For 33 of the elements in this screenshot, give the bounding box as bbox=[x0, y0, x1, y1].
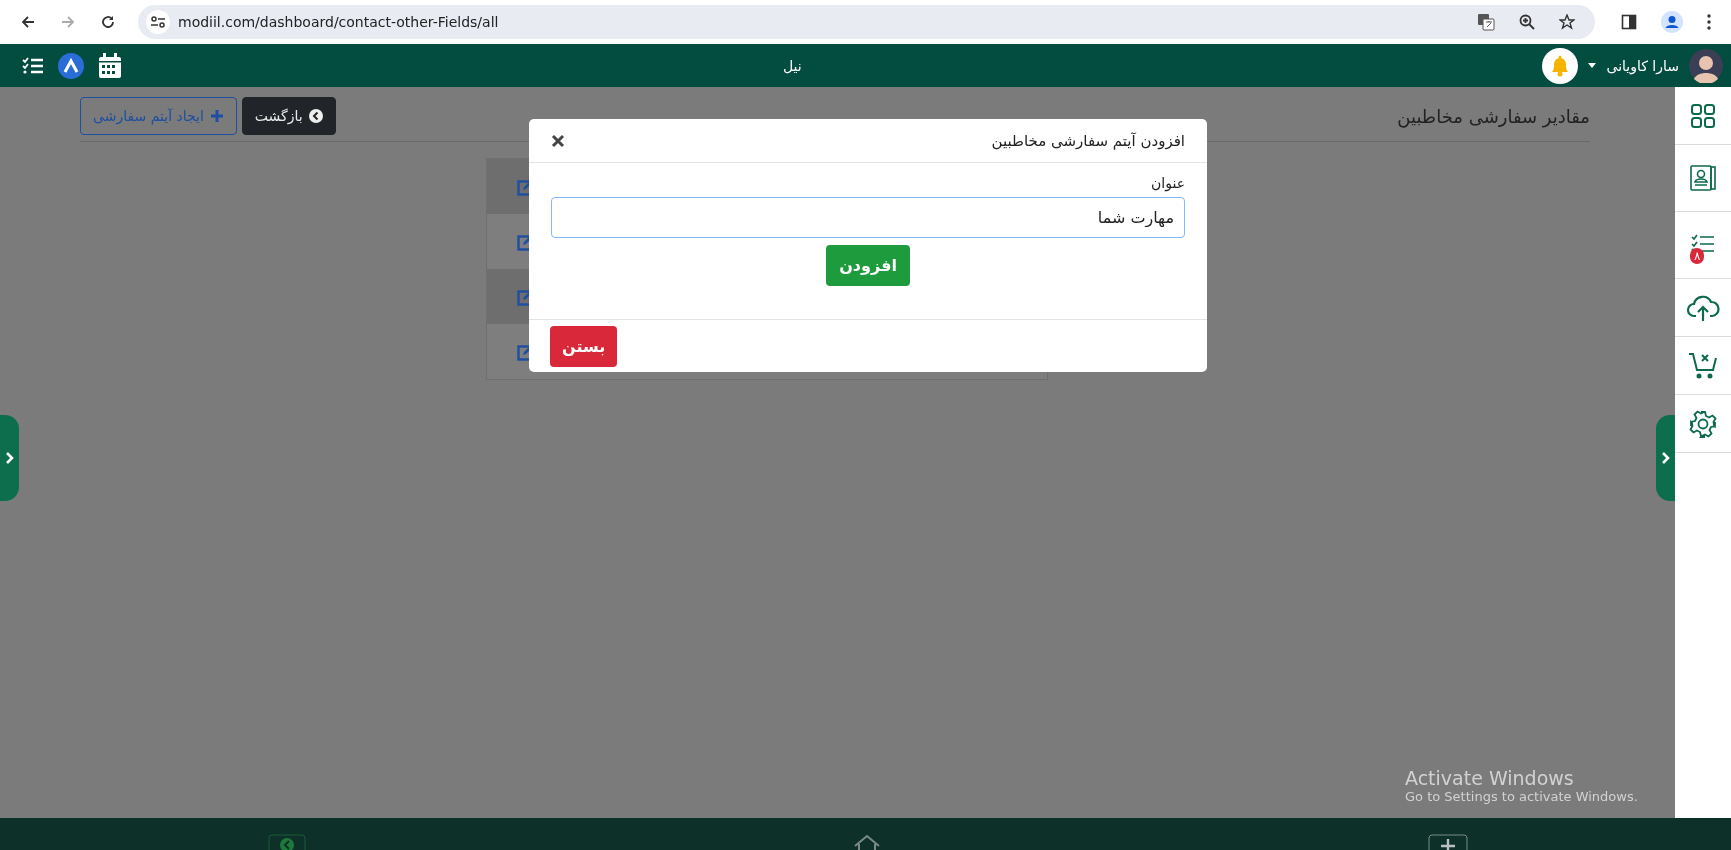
title-input[interactable]: مهارت شما bbox=[551, 197, 1185, 238]
back-button[interactable]: بازگشت bbox=[241, 97, 336, 135]
checklist-icon[interactable] bbox=[22, 56, 44, 75]
plus-icon bbox=[209, 109, 224, 123]
add-icon[interactable] bbox=[1428, 834, 1468, 850]
user-name[interactable]: سارا کاویانی bbox=[1606, 57, 1679, 74]
close-button[interactable]: بستن bbox=[550, 325, 618, 367]
page-title: مقادیر سفارشی مخاطبین bbox=[1397, 105, 1590, 127]
add-button[interactable]: افزودن bbox=[826, 245, 910, 286]
logo-icon[interactable] bbox=[58, 52, 84, 79]
settings-icon[interactable] bbox=[1689, 409, 1717, 438]
chevron-icon bbox=[4, 451, 15, 465]
cloud-upload-icon[interactable] bbox=[1686, 293, 1720, 322]
contact-book-icon[interactable] bbox=[1689, 164, 1717, 192]
brand-name: نیل bbox=[782, 57, 802, 74]
url-text: modiil.com/dashboard/contact-other-Fields/all bbox=[178, 14, 499, 30]
close-icon[interactable] bbox=[551, 133, 565, 148]
count-badge: ۸ bbox=[1690, 248, 1705, 264]
apps-grid-icon[interactable] bbox=[1690, 102, 1716, 129]
field-label: عنوان bbox=[1150, 175, 1185, 191]
address-bar[interactable]: modiil.com/dashboard/contact-other-Fields/all bbox=[138, 5, 1595, 39]
home-icon[interactable] bbox=[852, 834, 882, 850]
dialog-title: افزودن آیتم سفارشی مخاطبین bbox=[991, 131, 1185, 150]
site-settings-icon[interactable] bbox=[146, 10, 170, 34]
cart-remove-icon[interactable] bbox=[1688, 350, 1718, 381]
caret-icon[interactable] bbox=[1588, 63, 1597, 68]
activation-notice-text: Go to Settings to activate Windows. bbox=[1405, 789, 1638, 804]
avatar[interactable] bbox=[1689, 48, 1723, 83]
chevron-circle-icon bbox=[308, 109, 323, 123]
bell-icon[interactable] bbox=[1542, 47, 1579, 84]
activation-notice-title: Activate Windows bbox=[1405, 767, 1575, 789]
chevron-icon bbox=[1660, 451, 1671, 465]
calendar-icon[interactable] bbox=[98, 52, 122, 79]
